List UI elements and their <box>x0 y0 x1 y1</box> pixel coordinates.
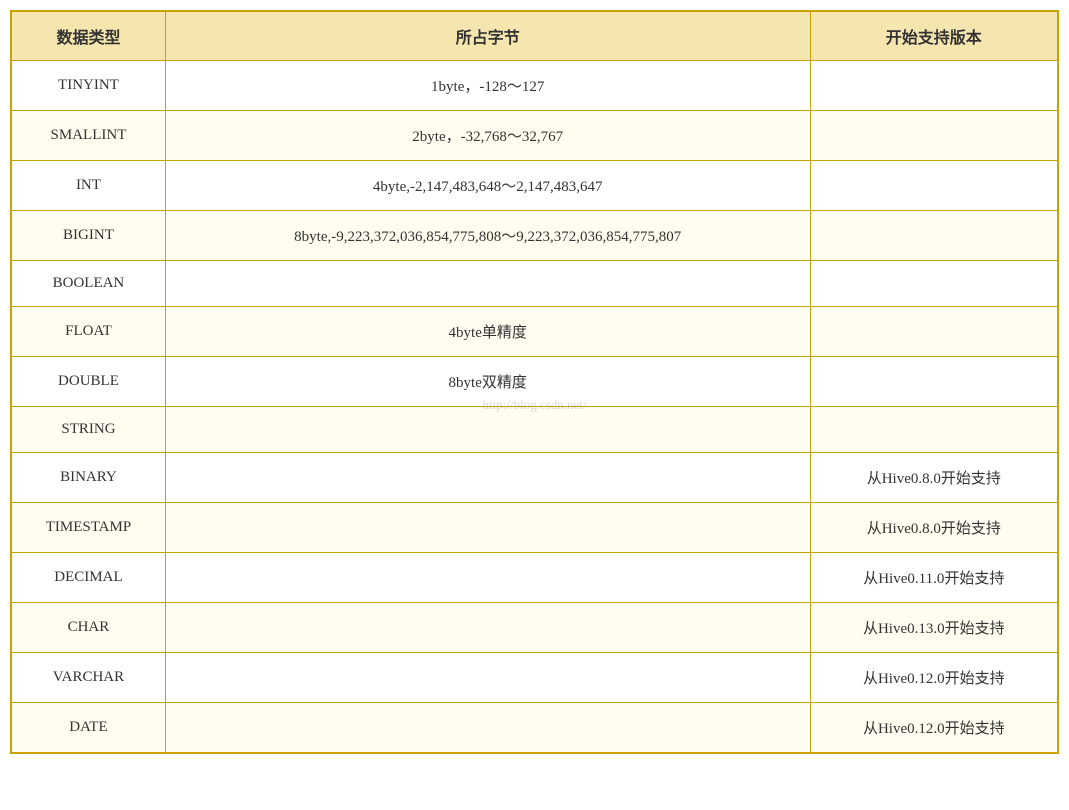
cell-type: BINARY <box>11 453 165 503</box>
cell-version <box>810 111 1058 161</box>
cell-version: 从Hive0.8.0开始支持 <box>810 453 1058 503</box>
cell-type: BOOLEAN <box>11 261 165 307</box>
table-container: 数据类型 所占字节 开始支持版本 TINYINT1byte，-128～127SM… <box>0 0 1069 764</box>
cell-type: INT <box>11 161 165 211</box>
data-type-table: 数据类型 所占字节 开始支持版本 TINYINT1byte，-128～127SM… <box>10 10 1059 754</box>
table-row: BOOLEAN <box>11 261 1058 307</box>
cell-type: TINYINT <box>11 61 165 111</box>
cell-bytes: 1byte，-128～127 <box>165 61 810 111</box>
cell-bytes: 8byte双精度 <box>165 357 810 407</box>
table-row: DECIMAL 从Hive0.11.0开始支持 <box>11 553 1058 603</box>
table-row: STRING <box>11 407 1058 453</box>
cell-version: 从Hive0.12.0开始支持 <box>810 703 1058 754</box>
cell-type: BIGINT <box>11 211 165 261</box>
table-row: INT4byte,-2,147,483,648～2,147,483,647 <box>11 161 1058 211</box>
cell-bytes <box>165 261 810 307</box>
cell-type: DOUBLE <box>11 357 165 407</box>
cell-bytes <box>165 453 810 503</box>
cell-type: CHAR <box>11 603 165 653</box>
cell-bytes <box>165 407 810 453</box>
cell-version <box>810 61 1058 111</box>
cell-version <box>810 211 1058 261</box>
cell-version: 从Hive0.11.0开始支持 <box>810 553 1058 603</box>
cell-version <box>810 307 1058 357</box>
cell-type: DECIMAL <box>11 553 165 603</box>
cell-type: TIMESTAMP <box>11 503 165 553</box>
table-row: TINYINT1byte，-128～127 <box>11 61 1058 111</box>
table-row: DATE 从Hive0.12.0开始支持 <box>11 703 1058 754</box>
cell-version <box>810 407 1058 453</box>
cell-type: STRING <box>11 407 165 453</box>
table-row: SMALLINT2byte，-32,768～32,767 <box>11 111 1058 161</box>
cell-bytes: 8byte,-9,223,372,036,854,775,808～9,223,3… <box>165 211 810 261</box>
cell-bytes <box>165 503 810 553</box>
table-row: FLOAT4byte单精度 <box>11 307 1058 357</box>
cell-type: FLOAT <box>11 307 165 357</box>
cell-type: DATE <box>11 703 165 754</box>
table-row: BIGINT8byte,-9,223,372,036,854,775,808～9… <box>11 211 1058 261</box>
cell-type: SMALLINT <box>11 111 165 161</box>
table-row: CHAR 从Hive0.13.0开始支持 <box>11 603 1058 653</box>
cell-version <box>810 161 1058 211</box>
cell-version <box>810 357 1058 407</box>
cell-bytes: 4byte单精度 <box>165 307 810 357</box>
cell-version: 从Hive0.8.0开始支持 <box>810 503 1058 553</box>
table-row: BINARY 从Hive0.8.0开始支持 <box>11 453 1058 503</box>
table-row: DOUBLE8byte双精度 <box>11 357 1058 407</box>
cell-type: VARCHAR <box>11 653 165 703</box>
cell-bytes <box>165 603 810 653</box>
table-header-row: 数据类型 所占字节 开始支持版本 <box>11 11 1058 61</box>
cell-version: 从Hive0.12.0开始支持 <box>810 653 1058 703</box>
cell-bytes <box>165 653 810 703</box>
header-version: 开始支持版本 <box>810 11 1058 61</box>
header-type: 数据类型 <box>11 11 165 61</box>
table-row: TIMESTAMP 从Hive0.8.0开始支持 <box>11 503 1058 553</box>
cell-bytes: 4byte,-2,147,483,648～2,147,483,647 <box>165 161 810 211</box>
cell-bytes <box>165 553 810 603</box>
cell-version: 从Hive0.13.0开始支持 <box>810 603 1058 653</box>
cell-version <box>810 261 1058 307</box>
header-bytes: 所占字节 <box>165 11 810 61</box>
cell-bytes <box>165 703 810 754</box>
cell-bytes: 2byte，-32,768～32,767 <box>165 111 810 161</box>
table-row: VARCHAR 从Hive0.12.0开始支持 <box>11 653 1058 703</box>
